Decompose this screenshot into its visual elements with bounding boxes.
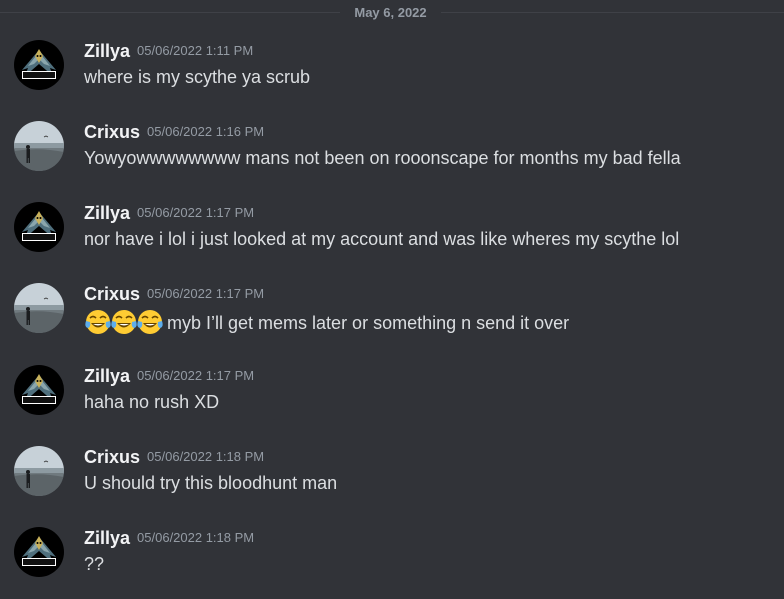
message-header: Zillya 05/06/2022 1:11 PM	[84, 40, 253, 62]
zillya-logo-avatar[interactable]	[14, 202, 64, 252]
message-text: ??	[84, 554, 105, 574]
message-header: Zillya 05/06/2022 1:17 PM	[84, 365, 254, 387]
message-text: nor have i lol i just looked at my accou…	[84, 229, 680, 249]
timestamp: 05/06/2022 1:17 PM	[147, 286, 265, 301]
message-item[interactable]: Crixus 05/06/2022 1:16 PM Yowyowwwwwwww m…	[0, 121, 784, 181]
zillya-logo-avatar[interactable]	[14, 40, 64, 90]
message-header: Crixus 05/06/2022 1:16 PM	[84, 121, 264, 143]
username[interactable]: Zillya	[84, 203, 130, 223]
username[interactable]: Zillya	[84, 41, 130, 61]
joy-emoji[interactable]	[84, 308, 112, 336]
message-header: Zillya 05/06/2022 1:18 PM	[84, 527, 254, 549]
date-divider-label: May 6, 2022	[340, 4, 441, 22]
username[interactable]: Crixus	[84, 284, 140, 304]
timestamp: 05/06/2022 1:16 PM	[147, 124, 265, 139]
message-text: myb I’ll get mems later or something n s…	[84, 308, 569, 336]
message-header: Crixus 05/06/2022 1:18 PM	[84, 446, 264, 468]
message-item[interactable]: Zillya 05/06/2022 1:17 PM nor have i lol …	[0, 202, 784, 262]
message-text-body: myb I’ll get mems later or something n s…	[167, 313, 570, 333]
username[interactable]: Crixus	[84, 122, 140, 142]
message-item[interactable]: Zillya 05/06/2022 1:18 PM ??	[0, 527, 784, 587]
joy-emoji[interactable]	[110, 308, 138, 336]
message-text: haha no rush XD	[84, 392, 220, 412]
timestamp: 05/06/2022 1:17 PM	[137, 205, 255, 220]
message-item[interactable]: Zillya 05/06/2022 1:11 PM where is my scy…	[0, 40, 784, 100]
lake-photo-avatar[interactable]	[14, 283, 64, 333]
timestamp: 05/06/2022 1:17 PM	[137, 368, 255, 383]
message-header: Zillya 05/06/2022 1:17 PM	[84, 202, 254, 224]
timestamp: 05/06/2022 1:11 PM	[137, 43, 254, 58]
timestamp: 05/06/2022 1:18 PM	[137, 530, 255, 545]
lake-photo-avatar[interactable]	[14, 121, 64, 171]
message-item[interactable]: Crixus 05/06/2022 1:17 PM myb I’ll get me…	[0, 283, 784, 343]
message-header: Crixus 05/06/2022 1:17 PM	[84, 283, 264, 305]
username[interactable]: Zillya	[84, 528, 130, 548]
lake-photo-avatar[interactable]	[14, 446, 64, 496]
message-text: where is my scythe ya scrub	[84, 67, 311, 87]
message-item[interactable]: Crixus 05/06/2022 1:18 PM U should try th…	[0, 446, 784, 506]
zillya-logo-avatar[interactable]	[14, 365, 64, 415]
zillya-logo-avatar[interactable]	[14, 527, 64, 577]
message-text: Yowyowwwwwwww mans not been on rooonscap…	[84, 148, 681, 168]
username[interactable]: Zillya	[84, 366, 130, 386]
joy-emoji[interactable]	[136, 308, 164, 336]
message-text: U should try this bloodhunt man	[84, 473, 338, 493]
timestamp: 05/06/2022 1:18 PM	[147, 449, 265, 464]
message-item[interactable]: Zillya 05/06/2022 1:17 PM haha no rush XD	[0, 365, 784, 425]
username[interactable]: Crixus	[84, 447, 140, 467]
